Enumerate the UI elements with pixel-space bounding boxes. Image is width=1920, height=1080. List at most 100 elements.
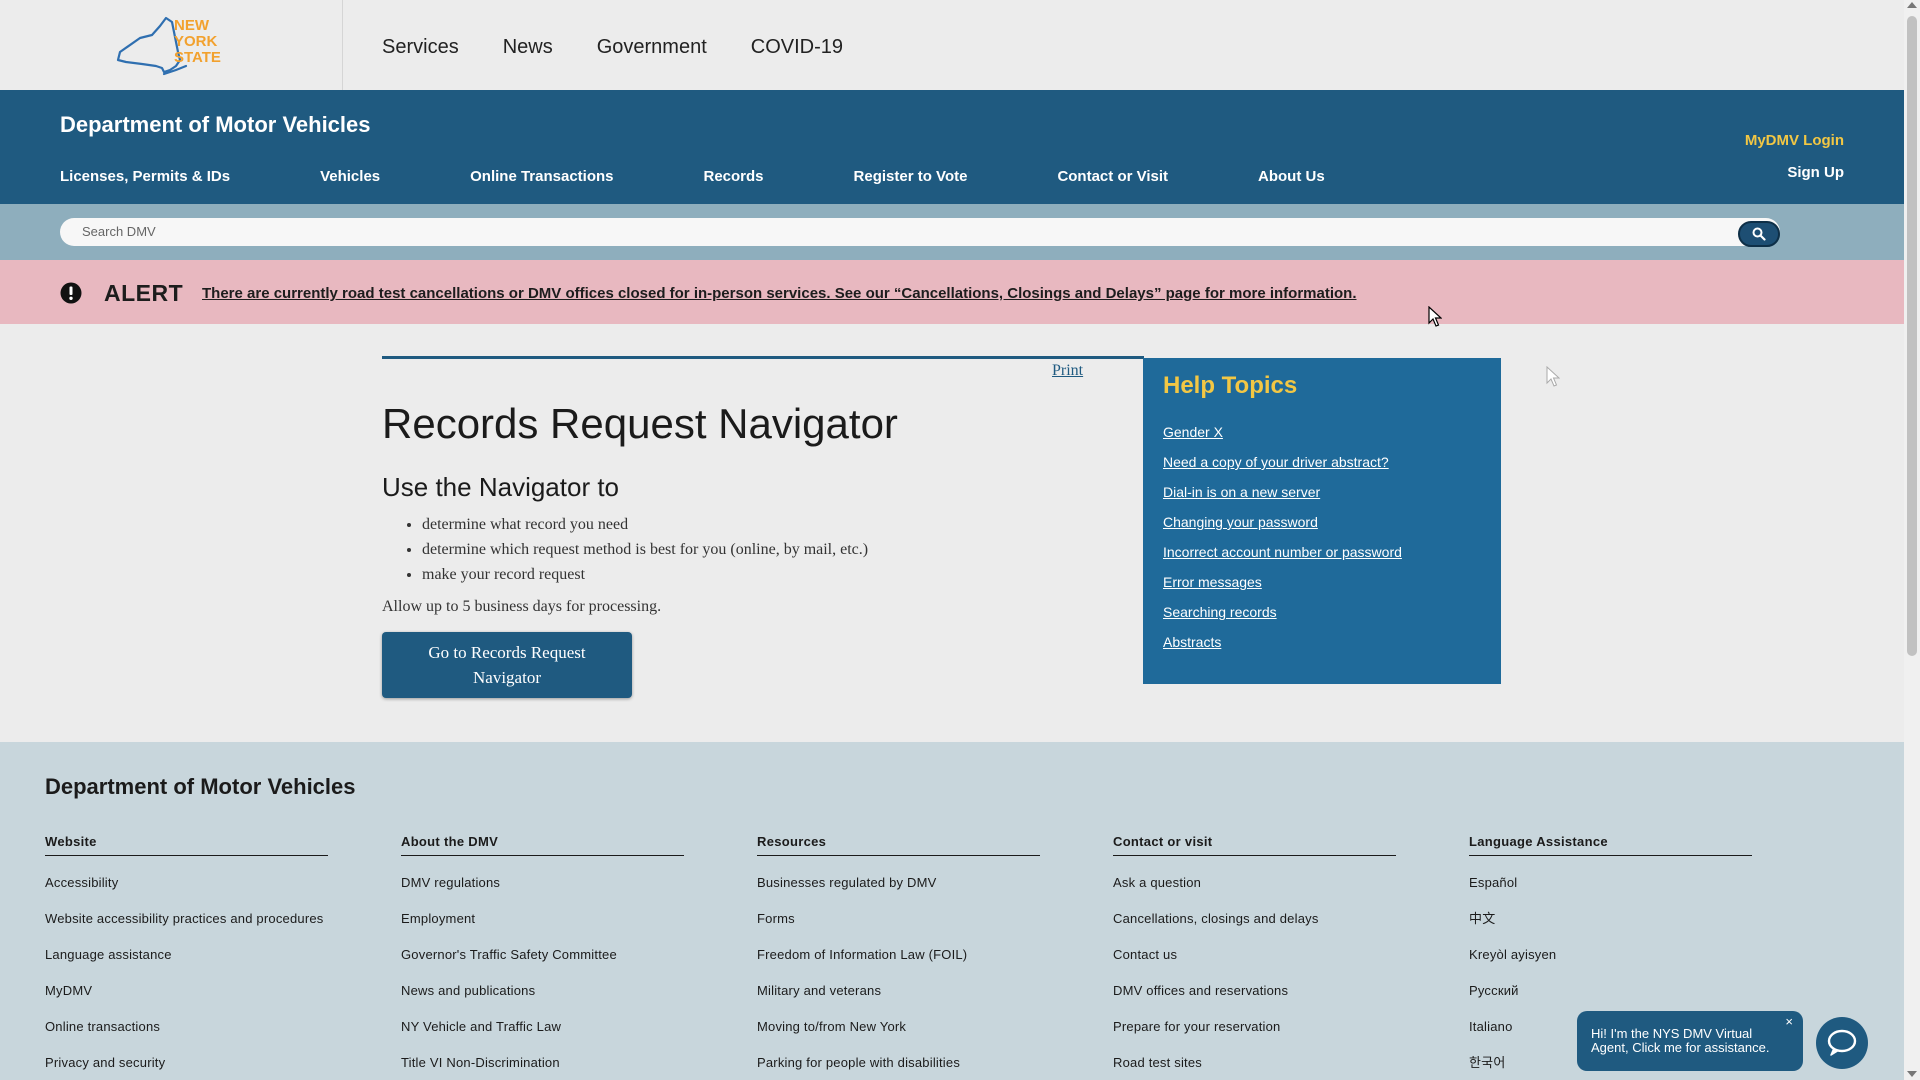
logo-text-state: STATE [174, 49, 221, 66]
help-link-searching-records[interactable]: Searching records [1163, 604, 1402, 634]
state-nav-government[interactable]: Government [597, 36, 707, 59]
footer-link[interactable]: Contact us [1113, 946, 1396, 964]
footer-link[interactable]: Language assistance [45, 946, 328, 964]
footer-link[interactable]: Title VI Non-Discrimination [401, 1054, 684, 1072]
mouse-cursor-icon [1428, 306, 1442, 327]
footer-link[interactable]: Forms [757, 910, 1040, 928]
go-to-navigator-label: Go to Records Request Navigator [428, 643, 586, 687]
dmv-nav-register-to-vote[interactable]: Register to Vote [854, 168, 968, 185]
footer-link[interactable]: Kreyòl ayisyen [1469, 946, 1752, 964]
footer-column-about: About the DMV DMV regulations Employment… [401, 834, 684, 1072]
mydmv-login-link[interactable]: MyDMV Login [1745, 132, 1844, 149]
footer-link[interactable]: 中文 [1469, 910, 1752, 928]
dmv-nav-vehicles[interactable]: Vehicles [320, 168, 380, 185]
footer-link[interactable]: MyDMV [45, 982, 328, 1000]
footer-link[interactable]: Русский [1469, 982, 1752, 1000]
footer-column-resources: Resources Businesses regulated by DMV Fo… [757, 834, 1040, 1072]
chat-icon [1827, 1029, 1857, 1056]
footer-link[interactable]: Governor's Traffic Safety Committee [401, 946, 684, 964]
help-link-abstracts[interactable]: Abstracts [1163, 634, 1402, 664]
help-link-gender-x[interactable]: Gender X [1163, 424, 1402, 454]
chat-launcher-button[interactable] [1816, 1017, 1868, 1069]
footer-link[interactable]: Road test sites [1113, 1054, 1396, 1072]
dmv-nav-about-us[interactable]: About Us [1258, 168, 1325, 185]
page-title: Records Request Navigator [382, 400, 898, 447]
alert-message-link[interactable]: There are currently road test cancellati… [202, 285, 1357, 302]
footer-column-heading: Language Assistance [1469, 834, 1752, 856]
dmv-header: Department of Motor Vehicles Licenses, P… [0, 90, 1904, 204]
page-scrollbar[interactable] [1904, 0, 1920, 1080]
virtual-agent-bubble[interactable]: × Hi! I'm the NYS DMV Virtual Agent, Cli… [1577, 1011, 1803, 1071]
sign-up-link[interactable]: Sign Up [1787, 164, 1844, 181]
search-input[interactable] [80, 223, 1684, 240]
footer-link[interactable]: NY Vehicle and Traffic Law [401, 1018, 684, 1036]
chat-close-icon[interactable]: × [1785, 1015, 1793, 1029]
footer-link[interactable]: Privacy and security [45, 1054, 328, 1072]
footer-link[interactable]: Ask a question [1113, 874, 1396, 892]
state-nav-news[interactable]: News [503, 36, 553, 59]
footer-link[interactable]: Cancellations, closings and delays [1113, 910, 1396, 928]
content-top-rule [382, 356, 1144, 359]
footer-title: Department of Motor Vehicles [45, 774, 356, 799]
navigator-bullet-list: determine what record you need determine… [398, 512, 868, 587]
footer-column-contact: Contact or visit Ask a question Cancella… [1113, 834, 1396, 1072]
help-link-error-messages[interactable]: Error messages [1163, 574, 1402, 604]
dmv-nav: Licenses, Permits & IDs Vehicles Online … [60, 168, 1325, 185]
state-nav-covid-19[interactable]: COVID-19 [751, 36, 843, 59]
footer-column-heading: About the DMV [401, 834, 684, 856]
footer-link[interactable]: Accessibility [45, 874, 328, 892]
exclamation-circle-icon [60, 282, 82, 304]
help-link-dial-in[interactable]: Dial-in is on a new server [1163, 484, 1402, 514]
footer-link[interactable]: Freedom of Information Law (FOIL) [757, 946, 1040, 964]
print-link[interactable]: Print [1052, 362, 1083, 380]
bullet-item: determine which request method is best f… [422, 537, 868, 562]
dmv-nav-online-transactions[interactable]: Online Transactions [470, 168, 613, 185]
bullet-item: determine what record you need [422, 512, 868, 537]
mouse-cursor-ghost-icon [1546, 366, 1560, 387]
go-to-navigator-button[interactable]: Go to Records Request Navigator [382, 632, 632, 698]
footer-link[interactable]: Businesses regulated by DMV [757, 874, 1040, 892]
state-header: NEW YORK STATE Services News Government … [0, 0, 1904, 90]
help-topics-title: Help Topics [1163, 372, 1298, 399]
state-nav-services[interactable]: Services [382, 36, 459, 59]
virtual-agent-message: Hi! I'm the NYS DMV Virtual Agent, Click… [1591, 1026, 1770, 1055]
search-box [60, 218, 1780, 246]
footer-link[interactable]: Prepare for your reservation [1113, 1018, 1396, 1036]
footer-link[interactable]: Website accessibility practices and proc… [45, 910, 328, 928]
help-link-changing-password[interactable]: Changing your password [1163, 514, 1402, 544]
help-topics-list: Gender X Need a copy of your driver abst… [1163, 424, 1402, 664]
bullet-item: make your record request [422, 562, 868, 587]
dmv-nav-licenses[interactable]: Licenses, Permits & IDs [60, 168, 230, 185]
search-bar [0, 204, 1904, 260]
alert-banner: ALERT There are currently road test canc… [0, 260, 1904, 324]
footer-link[interactable]: Español [1469, 874, 1752, 892]
footer-link[interactable]: Parking for people with disabilities [757, 1054, 1040, 1072]
scrollbar-thumb[interactable] [1907, 16, 1917, 656]
logo-divider [342, 0, 343, 90]
dmv-nav-records[interactable]: Records [704, 168, 764, 185]
footer-link[interactable]: Employment [401, 910, 684, 928]
footer-link[interactable]: DMV offices and reservations [1113, 982, 1396, 1000]
scroll-up-arrow-icon[interactable] [1907, 2, 1917, 8]
alert-label: ALERT [104, 280, 184, 306]
footer-link[interactable]: Military and veterans [757, 982, 1040, 1000]
help-link-incorrect-account[interactable]: Incorrect account number or password [1163, 544, 1402, 574]
logo-text-york: YORK [174, 33, 218, 50]
footer-link[interactable]: Online transactions [45, 1018, 328, 1036]
help-topics-panel: Help Topics Gender X Need a copy of your… [1143, 358, 1501, 684]
footer-link[interactable]: Moving to/from New York [757, 1018, 1040, 1036]
footer-column-heading: Contact or visit [1113, 834, 1396, 856]
footer-column-website: Website Accessibility Website accessibil… [45, 834, 328, 1072]
navigator-subheading: Use the Navigator to [382, 472, 620, 502]
dmv-nav-contact-or-visit[interactable]: Contact or Visit [1057, 168, 1168, 185]
footer-link[interactable]: DMV regulations [401, 874, 684, 892]
dmv-title[interactable]: Department of Motor Vehicles [60, 112, 371, 138]
search-icon [1752, 227, 1766, 241]
help-link-driver-abstract[interactable]: Need a copy of your driver abstract? [1163, 454, 1402, 484]
processing-note: Allow up to 5 business days for processi… [382, 598, 662, 615]
footer-column-heading: Website [45, 834, 328, 856]
footer-link[interactable]: News and publications [401, 982, 684, 1000]
search-button[interactable] [1738, 221, 1780, 247]
new-york-state-logo[interactable]: NEW YORK STATE [112, 8, 232, 80]
scroll-down-arrow-icon[interactable] [1907, 1071, 1917, 1077]
